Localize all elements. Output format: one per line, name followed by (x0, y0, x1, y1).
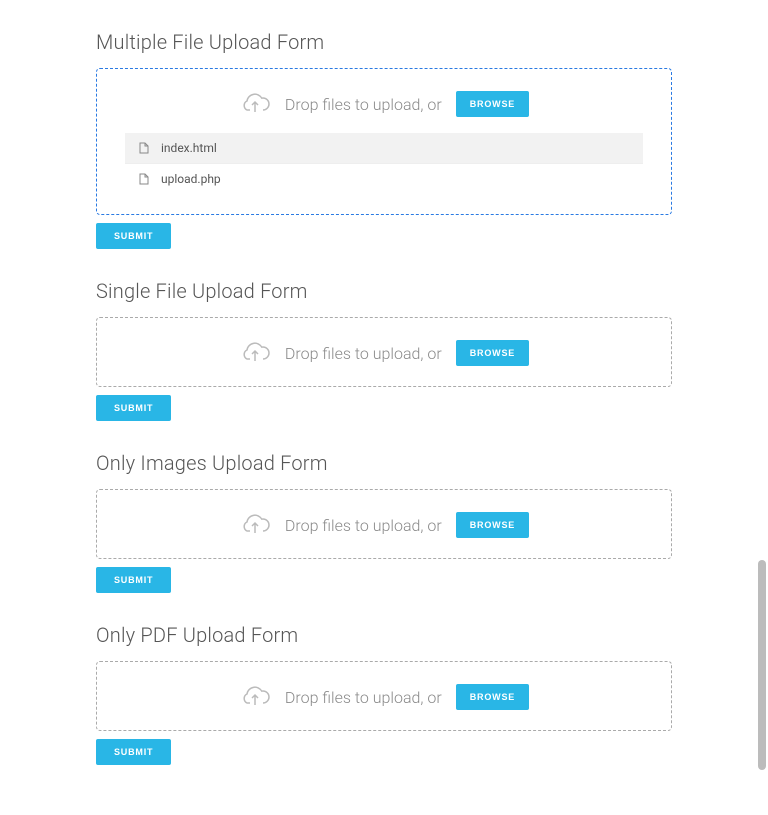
browse-button[interactable]: BROWSE (456, 512, 529, 538)
file-name: upload.php (161, 172, 221, 186)
cloud-upload-icon (239, 685, 271, 709)
file-list: index.html upload.php (125, 133, 643, 194)
dropzone-inner: Drop files to upload, or BROWSE (125, 512, 643, 538)
dropzone[interactable]: Drop files to upload, or BROWSE (96, 317, 672, 387)
dropzone-inner: Drop files to upload, or BROWSE (125, 684, 643, 710)
cloud-upload-icon (239, 513, 271, 537)
pdf-only-upload-form: Only PDF Upload Form Drop files to uploa… (96, 623, 672, 765)
file-icon (139, 142, 149, 154)
file-item[interactable]: upload.php (125, 164, 643, 194)
dropzone-inner: Drop files to upload, or BROWSE (125, 91, 643, 117)
submit-button[interactable]: SUBMIT (96, 567, 171, 593)
scrollbar-thumb[interactable] (758, 560, 766, 770)
browse-button[interactable]: BROWSE (456, 340, 529, 366)
dropzone[interactable]: Drop files to upload, or BROWSE (96, 489, 672, 559)
dropzone-text: Drop files to upload, or (285, 95, 442, 114)
multiple-file-upload-form: Multiple File Upload Form Drop files to … (96, 30, 672, 249)
dropzone-text: Drop files to upload, or (285, 688, 442, 707)
dropzone-text: Drop files to upload, or (285, 344, 442, 363)
images-only-upload-form: Only Images Upload Form Drop files to up… (96, 451, 672, 593)
file-name: index.html (161, 141, 217, 155)
dropzone[interactable]: Drop files to upload, or BROWSE index.ht… (96, 68, 672, 215)
form-title: Single File Upload Form (96, 279, 672, 303)
dropzone[interactable]: Drop files to upload, or BROWSE (96, 661, 672, 731)
file-item[interactable]: index.html (125, 133, 643, 164)
form-title: Multiple File Upload Form (96, 30, 672, 54)
submit-button[interactable]: SUBMIT (96, 223, 171, 249)
browse-button[interactable]: BROWSE (456, 684, 529, 710)
cloud-upload-icon (239, 92, 271, 116)
submit-button[interactable]: SUBMIT (96, 739, 171, 765)
cloud-upload-icon (239, 341, 271, 365)
file-icon (139, 173, 149, 185)
dropzone-text: Drop files to upload, or (285, 516, 442, 535)
form-title: Only Images Upload Form (96, 451, 672, 475)
single-file-upload-form: Single File Upload Form Drop files to up… (96, 279, 672, 421)
form-title: Only PDF Upload Form (96, 623, 672, 647)
dropzone-inner: Drop files to upload, or BROWSE (125, 340, 643, 366)
browse-button[interactable]: BROWSE (456, 91, 529, 117)
submit-button[interactable]: SUBMIT (96, 395, 171, 421)
